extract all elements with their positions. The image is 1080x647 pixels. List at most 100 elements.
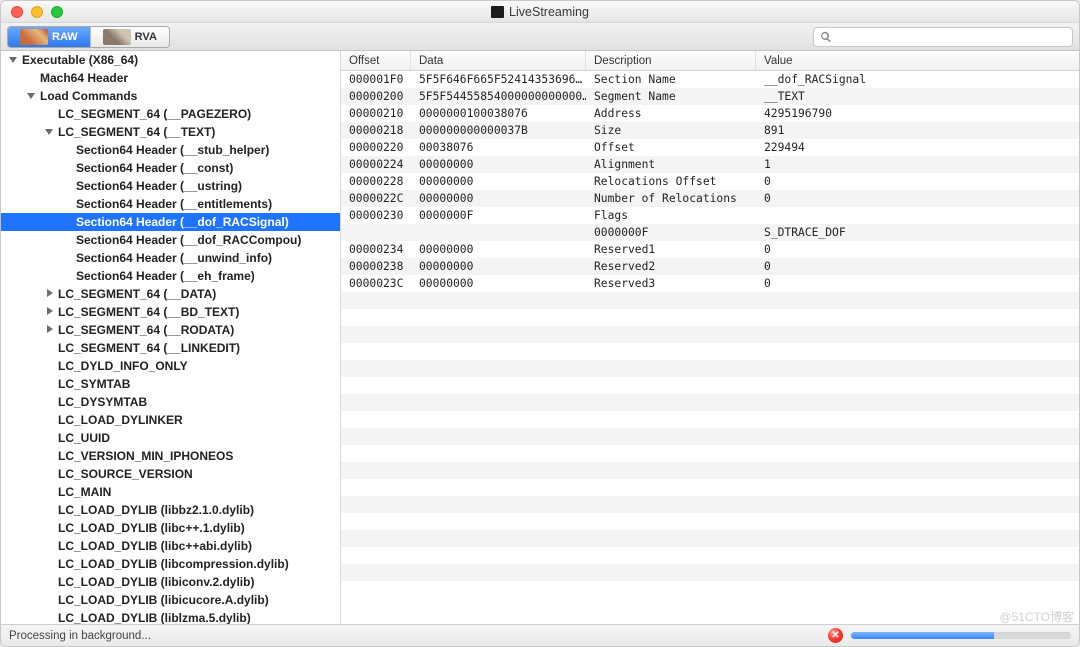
chevron-right-icon[interactable]	[45, 325, 55, 335]
cell-desc: Relocations Offset	[586, 173, 756, 190]
error-icon[interactable]: ✕	[828, 628, 843, 643]
search-input[interactable]	[832, 29, 1066, 45]
table-row[interactable]: 000002300000000FFlags	[341, 207, 1079, 224]
cell-offset: 00000200	[341, 88, 411, 105]
cell-data: 000000000000037B	[411, 122, 586, 139]
close-window-button[interactable]	[11, 6, 23, 18]
cell-data: 0000000F	[411, 207, 586, 224]
tree-label: Section64 Header (__const)	[76, 161, 233, 175]
cell-desc: Offset	[586, 139, 756, 156]
tree-row[interactable]: LC_LOAD_DYLIB (libc++abi.dylib)	[1, 537, 340, 555]
chevron-down-icon[interactable]	[45, 127, 55, 137]
segment-thumb-icon	[103, 29, 131, 45]
segment-rva[interactable]: RVA	[91, 27, 169, 47]
tree-row[interactable]: Section64 Header (__dof_RACCompou)	[1, 231, 340, 249]
table-row[interactable]: 0000000FS_DTRACE_DOF	[341, 224, 1079, 241]
tree-row[interactable]: Section64 Header (__eh_frame)	[1, 267, 340, 285]
tree-row[interactable]: Load Commands	[1, 87, 340, 105]
segment-label: RAW	[52, 31, 78, 43]
col-offset[interactable]: Offset	[341, 51, 411, 70]
tree-row[interactable]: LC_LOAD_DYLIB (liblzma.5.dylib)	[1, 609, 340, 624]
toolbar: RAW RVA	[1, 23, 1079, 51]
tree-row[interactable]: LC_SEGMENT_64 (__TEXT)	[1, 123, 340, 141]
table-header[interactable]: Offset Data Description Value	[341, 51, 1079, 71]
structure-tree[interactable]: Executable (X86_64)Mach64 Header Load Com…	[1, 51, 341, 624]
table-row[interactable]: 00000218000000000000037BSize891	[341, 122, 1079, 139]
table-row[interactable]: 0000022800000000Relocations Offset0	[341, 173, 1079, 190]
tree-row[interactable]: LC_SEGMENT_64 (__LINKEDIT)	[1, 339, 340, 357]
cell-desc: 0000000F	[586, 224, 756, 241]
col-data[interactable]: Data	[411, 51, 586, 70]
tree-row[interactable]: LC_MAIN	[1, 483, 340, 501]
tree-label: LC_LOAD_DYLINKER	[58, 413, 183, 427]
spacer	[45, 397, 55, 407]
segment-raw[interactable]: RAW	[8, 27, 91, 47]
mode-segmented-control[interactable]: RAW RVA	[7, 26, 170, 48]
cell-offset: 0000023C	[341, 275, 411, 292]
table-row[interactable]: 000002100000000100038076Address429519679…	[341, 105, 1079, 122]
tree-label: LC_LOAD_DYLIB (libc++.1.dylib)	[58, 521, 245, 535]
tree-row[interactable]: LC_DYSYMTAB	[1, 393, 340, 411]
tree-row[interactable]: LC_SOURCE_VERSION	[1, 465, 340, 483]
chevron-right-icon[interactable]	[45, 289, 55, 299]
tree-row[interactable]: LC_LOAD_DYLIB (libiconv.2.dylib)	[1, 573, 340, 591]
tree-row[interactable]: LC_SEGMENT_64 (__PAGEZERO)	[1, 105, 340, 123]
tree-row[interactable]: Mach64 Header	[1, 69, 340, 87]
minimize-window-button[interactable]	[31, 6, 43, 18]
tree-row[interactable]: LC_SEGMENT_64 (__RODATA)	[1, 321, 340, 339]
col-value[interactable]: Value	[756, 51, 1079, 70]
table-row-empty	[341, 377, 1079, 394]
col-desc[interactable]: Description	[586, 51, 756, 70]
cell-offset: 0000022C	[341, 190, 411, 207]
tree-row[interactable]: LC_UUID	[1, 429, 340, 447]
spacer	[27, 73, 37, 83]
table-row[interactable]: 0000022400000000Alignment1	[341, 156, 1079, 173]
cell-data: 00000000	[411, 156, 586, 173]
tree-row[interactable]: Section64 Header (__const)	[1, 159, 340, 177]
chevron-down-icon[interactable]	[27, 91, 37, 101]
tree-row[interactable]: Section64 Header (__entitlements)	[1, 195, 340, 213]
table-row[interactable]: 0000023400000000Reserved10	[341, 241, 1079, 258]
tree-row[interactable]: Section64 Header (__ustring)	[1, 177, 340, 195]
tree-row[interactable]: LC_LOAD_DYLIB (libbz2.1.0.dylib)	[1, 501, 340, 519]
tree-row[interactable]: LC_LOAD_DYLIB (libicucore.A.dylib)	[1, 591, 340, 609]
tree-row[interactable]: LC_LOAD_DYLIB (libc++.1.dylib)	[1, 519, 340, 537]
tree-row[interactable]: LC_SEGMENT_64 (__DATA)	[1, 285, 340, 303]
table-row[interactable]: 0000023C00000000Reserved30	[341, 275, 1079, 292]
tree-row[interactable]: Section64 Header (__dof_RACSignal)	[1, 213, 340, 231]
search-field[interactable]	[813, 27, 1073, 47]
table-body[interactable]: 000001F05F5F646F665F52414353696…Section …	[341, 71, 1079, 624]
table-row-empty	[341, 309, 1079, 326]
tree-row[interactable]: Section64 Header (__unwind_info)	[1, 249, 340, 267]
tree-row[interactable]: LC_LOAD_DYLIB (libcompression.dylib)	[1, 555, 340, 573]
table-row[interactable]: 000002005F5F54455854000000000000…Segment…	[341, 88, 1079, 105]
spacer	[45, 433, 55, 443]
tree-label: Load Commands	[40, 89, 137, 103]
spacer	[45, 577, 55, 587]
tree-row[interactable]: LC_SEGMENT_64 (__BD_TEXT)	[1, 303, 340, 321]
tree-label: LC_LOAD_DYLIB (libiconv.2.dylib)	[58, 575, 254, 589]
tree-row[interactable]: LC_VERSION_MIN_IPHONEOS	[1, 447, 340, 465]
table-row[interactable]: 0000022C00000000Number of Relocations0	[341, 190, 1079, 207]
spacer	[63, 235, 73, 245]
table-row[interactable]: 0000023800000000Reserved20	[341, 258, 1079, 275]
tree-row[interactable]: LC_DYLD_INFO_ONLY	[1, 357, 340, 375]
chevron-right-icon[interactable]	[45, 307, 55, 317]
table-row[interactable]: 000001F05F5F646F665F52414353696…Section …	[341, 71, 1079, 88]
spacer	[63, 271, 73, 281]
table-row-empty	[341, 496, 1079, 513]
table-row[interactable]: 0000022000038076Offset229494	[341, 139, 1079, 156]
tree-row[interactable]: Section64 Header (__stub_helper)	[1, 141, 340, 159]
tree-label: LC_DYSYMTAB	[58, 395, 147, 409]
app-icon	[491, 6, 504, 18]
tree-row[interactable]: LC_LOAD_DYLINKER	[1, 411, 340, 429]
tree-label: LC_LOAD_DYLIB (libcompression.dylib)	[58, 557, 289, 571]
tree-label: LC_SEGMENT_64 (__TEXT)	[58, 125, 215, 139]
spacer	[45, 469, 55, 479]
tree-row[interactable]: LC_SYMTAB	[1, 375, 340, 393]
cell-data: 5F5F646F665F52414353696…	[411, 71, 586, 88]
tree-row[interactable]: Executable (X86_64)	[1, 51, 340, 69]
table-row-empty	[341, 581, 1079, 598]
chevron-down-icon[interactable]	[9, 55, 19, 65]
zoom-window-button[interactable]	[51, 6, 63, 18]
